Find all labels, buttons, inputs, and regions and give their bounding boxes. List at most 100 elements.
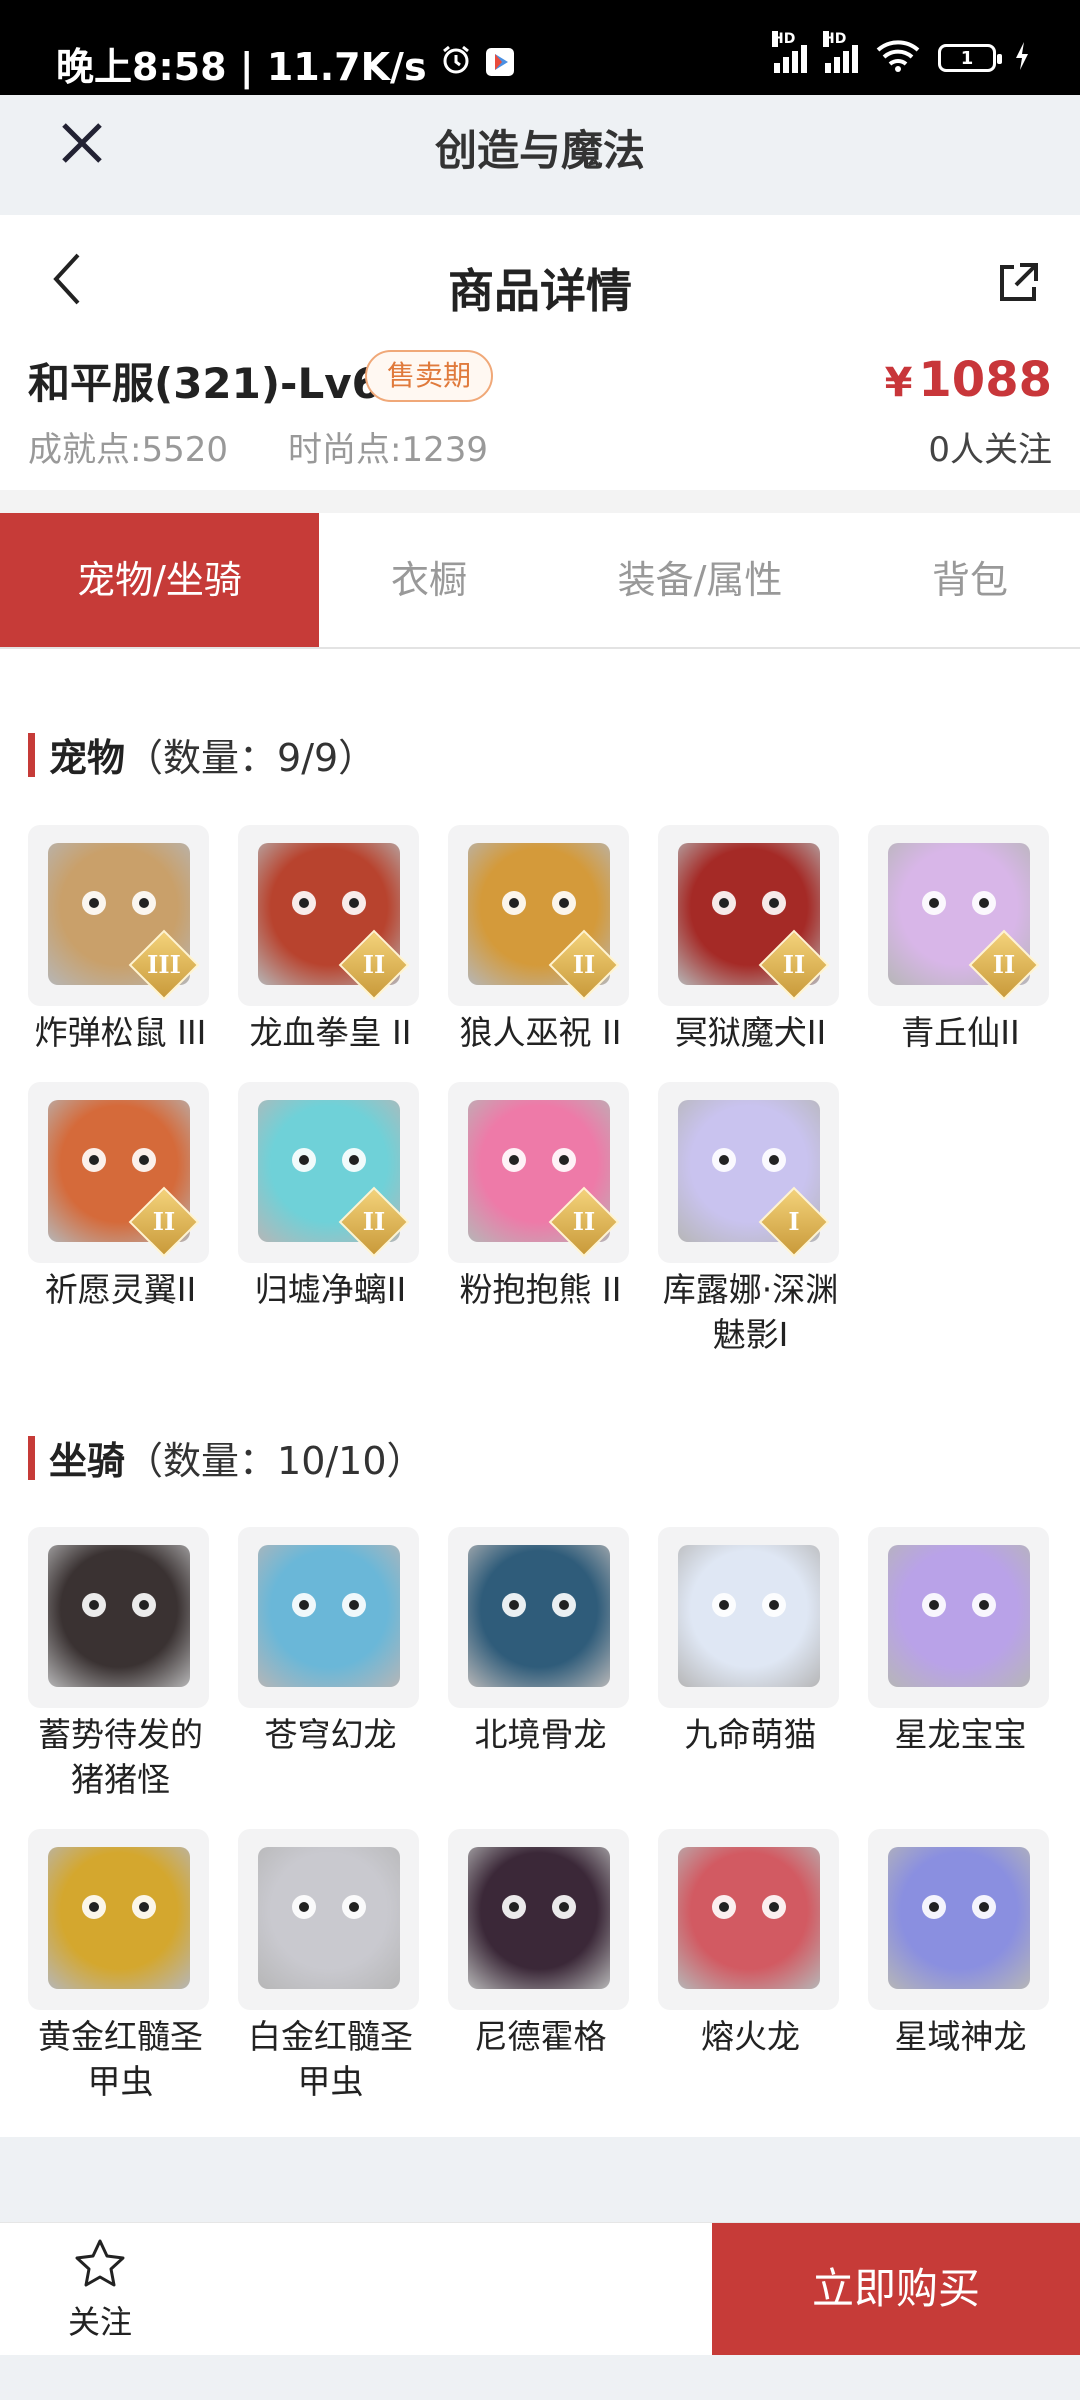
mounts-count: （数量：10/10）	[125, 1439, 425, 1483]
pet-item[interactable]: III 炸弹松鼠 III	[28, 825, 213, 1055]
mounts-grid: 蓄势待发的猪猪怪 苍穹幻龙 北境骨龙 九命萌猫 星龙宝宝黄金红髓圣甲虫 白金红髓圣甲虫 尼德…	[28, 1527, 1052, 2127]
pet-item[interactable]: II 归墟净螭II	[238, 1082, 423, 1312]
eye-mark	[342, 891, 366, 915]
mount-item[interactable]: 星域神龙	[868, 1829, 1053, 2059]
battery-icon: 1	[938, 44, 1002, 72]
sheet-header: 创造与魔法	[0, 95, 1080, 213]
eye-mark	[922, 1895, 946, 1919]
eye-mark	[82, 891, 106, 915]
eye-mark	[712, 1895, 736, 1919]
fashion-points: 时尚点:1239	[288, 422, 488, 471]
play-store-icon	[485, 42, 515, 86]
tier-label: III	[147, 950, 181, 979]
eye-mark	[502, 1593, 526, 1617]
pet-thumbnail: II	[28, 1082, 209, 1263]
buy-now-button[interactable]: 立即购买	[712, 2223, 1080, 2355]
mount-item[interactable]: 白金红髓圣甲虫	[238, 1829, 423, 2104]
status-time: 晚上8:58 | 11.7K/s	[56, 45, 427, 89]
tab-backpack[interactable]: 背包	[880, 513, 1060, 647]
pet-thumbnail: III	[28, 825, 209, 1006]
pet-label: 库露娜·深渊魅影I	[662, 1270, 839, 1354]
mount-thumbnail	[28, 1829, 209, 2010]
bottom-bar: 关注 立即购买	[0, 2222, 1080, 2355]
eye-mark	[552, 891, 576, 915]
achievement-value: 5520	[141, 430, 228, 470]
tab-equipment[interactable]: 装备/属性	[560, 513, 840, 647]
status-bar: 晚上8:58 | 11.7K/s HD HD 1	[0, 0, 1080, 95]
mount-item[interactable]: 星龙宝宝	[868, 1527, 1053, 1757]
eye-mark	[132, 1148, 156, 1172]
golden-scarab-icon	[48, 1847, 190, 1989]
star-icon	[72, 2239, 128, 2295]
mount-thumbnail	[658, 1829, 839, 2010]
wifi-icon	[876, 40, 920, 76]
mount-item[interactable]: 黄金红髓圣甲虫	[28, 1829, 213, 2104]
mount-label: 蓄势待发的猪猪怪	[38, 1715, 203, 1799]
pet-item[interactable]: II 龙血拳皇 II	[238, 825, 423, 1055]
eye-mark	[972, 1895, 996, 1919]
achievement-points: 成就点:5520	[28, 422, 228, 471]
app-title: 创造与魔法	[434, 126, 645, 175]
pet-label: 青丘仙II	[901, 1013, 1020, 1052]
tier-label: II	[362, 950, 386, 979]
pet-item[interactable]: II 粉抱抱熊 II	[448, 1082, 633, 1312]
pet-item[interactable]: II 祈愿灵翼II	[28, 1082, 213, 1312]
pet-thumbnail: II	[238, 825, 419, 1006]
pet-thumbnail: I	[658, 1082, 839, 1263]
eye-mark	[82, 1895, 106, 1919]
pet-item[interactable]: II 青丘仙II	[868, 825, 1053, 1055]
product-summary: 和平服(321)-Lv69 售卖期 成就点:5520 时尚点:1239 ¥108…	[0, 340, 1080, 490]
mount-thumbnail	[448, 1829, 629, 2010]
mount-item[interactable]: 熔火龙	[658, 1829, 843, 2059]
platinum-scarab-icon	[258, 1847, 400, 1989]
eye-mark	[712, 1593, 736, 1617]
follow-button[interactable]: 关注	[40, 2237, 160, 2343]
tab-wardrobe[interactable]: 衣橱	[319, 513, 539, 647]
tier-label: II	[992, 950, 1016, 979]
mount-label: 星龙宝宝	[894, 1715, 1027, 1754]
mount-thumbnail	[868, 1829, 1049, 2010]
eye-mark	[552, 1895, 576, 1919]
achievement-label: 成就点:	[28, 430, 142, 470]
mount-label: 北境骨龙	[474, 1715, 607, 1754]
mount-thumbnail	[658, 1527, 839, 1708]
pet-thumbnail: II	[448, 825, 629, 1006]
pet-thumbnail: II	[868, 825, 1049, 1006]
mount-item[interactable]: 九命萌猫	[658, 1527, 843, 1757]
pet-thumbnail: II	[238, 1082, 419, 1263]
tier-label: II	[572, 950, 596, 979]
pet-thumbnail: II	[448, 1082, 629, 1263]
follower-count: 0人关注	[928, 430, 1052, 470]
eye-mark	[762, 891, 786, 915]
pet-item[interactable]: II 狼人巫祝 II	[448, 825, 633, 1055]
eye-mark	[762, 1895, 786, 1919]
fashion-value: 1239	[401, 430, 488, 470]
battery-level: 1	[960, 47, 974, 69]
eye-mark	[972, 891, 996, 915]
share-icon[interactable]	[996, 261, 1040, 305]
tab-pets-mounts[interactable]: 宠物/坐骑	[0, 513, 319, 647]
tier-label: II	[152, 1207, 176, 1236]
eye-mark	[292, 891, 316, 915]
price: ¥1088	[885, 352, 1052, 408]
status-left: 晚上8:58 | 11.7K/s	[56, 36, 515, 91]
nidhogg-icon	[468, 1847, 610, 1989]
mount-item[interactable]: 尼德霍格	[448, 1829, 633, 2059]
mount-thumbnail	[238, 1527, 419, 1708]
eye-mark	[502, 1895, 526, 1919]
eye-mark	[82, 1593, 106, 1617]
pets-title: 宠物	[49, 736, 126, 780]
mount-item[interactable]: 北境骨龙	[448, 1527, 633, 1757]
mount-item[interactable]: 苍穹幻龙	[238, 1527, 423, 1757]
pet-item[interactable]: II 冥狱魔犬II	[658, 825, 843, 1055]
pet-item[interactable]: I 库露娜·深渊魅影I	[658, 1082, 843, 1357]
pet-label: 祈愿灵翼II	[44, 1270, 197, 1309]
star-domain-dragon-icon	[888, 1847, 1030, 1989]
eye-mark	[502, 891, 526, 915]
eye-mark	[502, 1148, 526, 1172]
pet-label: 炸弹松鼠 III	[34, 1013, 207, 1052]
mount-thumbnail	[238, 1829, 419, 2010]
mount-item[interactable]: 蓄势待发的猪猪怪	[28, 1527, 213, 1802]
mount-thumbnail	[448, 1527, 629, 1708]
tier-label: II	[782, 950, 806, 979]
